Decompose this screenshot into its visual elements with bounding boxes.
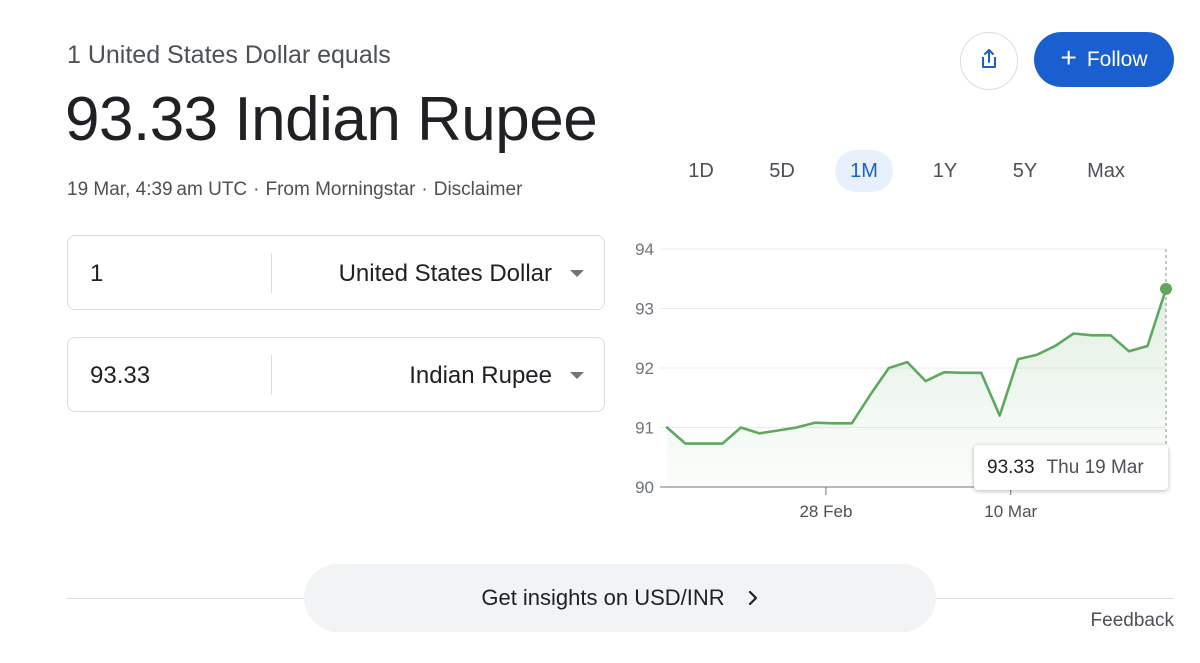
time-range-tabs: 1D 5D 1M 1Y 5Y Max [660, 150, 1180, 192]
disclaimer-link[interactable]: Disclaimer [434, 179, 523, 200]
follow-label: Follow [1086, 47, 1148, 71]
conversion-subtitle: 1 United States Dollar equals [67, 41, 391, 69]
from-currency-select[interactable]: United States Dollar [339, 236, 552, 311]
share-icon [977, 47, 1001, 76]
from-currency-row: 1 United States Dollar [67, 235, 605, 310]
to-currency-row: 93.33 Indian Rupee [67, 337, 605, 412]
range-tab-5d[interactable]: 5D [753, 150, 811, 192]
range-tab-1m[interactable]: 1M [835, 150, 893, 192]
chevron-right-icon [747, 589, 759, 607]
range-tab-5y[interactable]: 5Y [996, 150, 1054, 192]
chart-tooltip: 93.33 Thu 19 Mar [974, 445, 1168, 490]
y-tick-label: 93 [635, 300, 654, 319]
share-button[interactable] [960, 32, 1018, 90]
y-tick-label: 91 [635, 419, 654, 438]
feedback-link[interactable]: Feedback [1091, 610, 1174, 632]
y-tick-label: 94 [635, 240, 654, 259]
timestamp: 19 Mar, 4:39 am UTC [67, 179, 248, 200]
source-label: From Morningstar [265, 179, 416, 200]
follow-button[interactable]: + Follow [1034, 32, 1174, 87]
plus-icon: + [1060, 42, 1077, 73]
meta-separator: · [253, 179, 260, 200]
tooltip-value: 93.33 [987, 456, 1035, 478]
to-amount-input[interactable]: 93.33 [90, 338, 150, 413]
section-divider [67, 598, 304, 599]
insights-label: Get insights on USD/INR [481, 585, 725, 610]
to-currency-select[interactable]: Indian Rupee [409, 338, 552, 413]
insights-button[interactable]: Get insights on USD/INR [304, 564, 936, 632]
y-tick-label: 90 [635, 478, 654, 497]
converted-value: 93.33 Indian Rupee [65, 85, 598, 154]
x-tick-label: 10 Mar [984, 502, 1037, 521]
range-tab-1y[interactable]: 1Y [916, 150, 974, 192]
meta-line: 19 Mar, 4:39 am UTC · From Morningstar · Dis… [67, 179, 522, 201]
range-tab-1d[interactable]: 1D [672, 150, 730, 192]
hover-point [1160, 282, 1172, 295]
x-tick-label: 28 Feb [799, 502, 852, 521]
dropdown-caret-icon[interactable] [570, 270, 584, 277]
section-divider [936, 598, 1174, 599]
meta-separator: · [421, 179, 428, 200]
field-divider [271, 253, 272, 293]
field-divider [271, 355, 272, 395]
dropdown-caret-icon[interactable] [570, 372, 584, 379]
y-tick-label: 92 [635, 359, 654, 378]
tooltip-date: Thu 19 Mar [1046, 456, 1144, 478]
from-amount-input[interactable]: 1 [90, 236, 103, 311]
range-tab-max[interactable]: Max [1077, 150, 1135, 192]
